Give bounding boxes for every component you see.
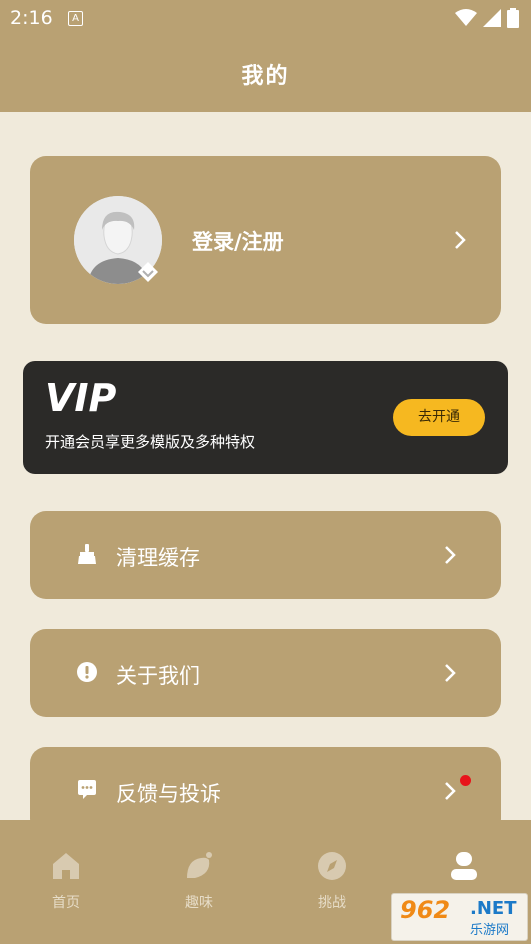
verified-badge-icon	[138, 262, 158, 282]
notification-dot	[460, 775, 471, 786]
tab-label: 挑战	[318, 895, 346, 911]
status-bar: 2:16 A	[0, 0, 531, 34]
chevron-right-icon	[445, 664, 456, 682]
tab-challenge[interactable]: 挑战	[292, 850, 372, 912]
menu-label: 反馈与投诉	[116, 782, 221, 806]
site-watermark: 962 .NET 乐游网	[391, 893, 528, 941]
login-register-label: 登录/注册	[192, 230, 284, 254]
notification-a-icon: A	[68, 11, 83, 26]
vip-banner[interactable]: VIP 开通会员享更多模版及多种特权 去开通	[23, 361, 508, 474]
watermark-number: 962	[400, 896, 451, 924]
system-icons	[455, 8, 519, 28]
vip-description: 开通会员享更多模版及多种特权	[45, 433, 256, 451]
tab-fun[interactable]: 趣味	[159, 850, 239, 912]
person-icon	[451, 852, 477, 880]
status-time: 2:16	[10, 7, 53, 29]
chat-icon	[78, 780, 96, 799]
info-alert-icon	[77, 662, 97, 682]
watermark-subtitle: 乐游网	[470, 923, 510, 938]
chevron-right-icon	[445, 546, 456, 564]
leaf-icon	[187, 852, 212, 878]
tab-home[interactable]: 首页	[26, 850, 106, 912]
battery-icon	[507, 8, 519, 28]
open-vip-button[interactable]: 去开通	[393, 399, 485, 436]
menu-label: 清理缓存	[116, 546, 200, 570]
chevron-right-icon	[455, 231, 466, 249]
menu-label: 关于我们	[116, 664, 200, 688]
menu-item-about-us[interactable]: 关于我们	[30, 629, 501, 717]
tab-label: 首页	[52, 895, 80, 911]
tab-label: 趣味	[185, 895, 213, 911]
vip-logo: VIP	[45, 379, 117, 415]
svg-text:VIP: VIP	[45, 379, 117, 415]
page-header: 我的	[0, 34, 531, 112]
menu-item-clear-cache[interactable]: 清理缓存	[30, 511, 501, 599]
chevron-right-icon	[445, 782, 456, 800]
login-card[interactable]: 登录/注册	[30, 156, 501, 324]
watermark-domain: .NET	[470, 898, 517, 919]
page-title: 我的	[241, 63, 290, 89]
home-icon	[53, 853, 79, 879]
wifi-icon	[455, 9, 477, 26]
broom-icon	[78, 544, 96, 564]
signal-icon	[483, 9, 501, 27]
compass-icon	[318, 852, 346, 880]
